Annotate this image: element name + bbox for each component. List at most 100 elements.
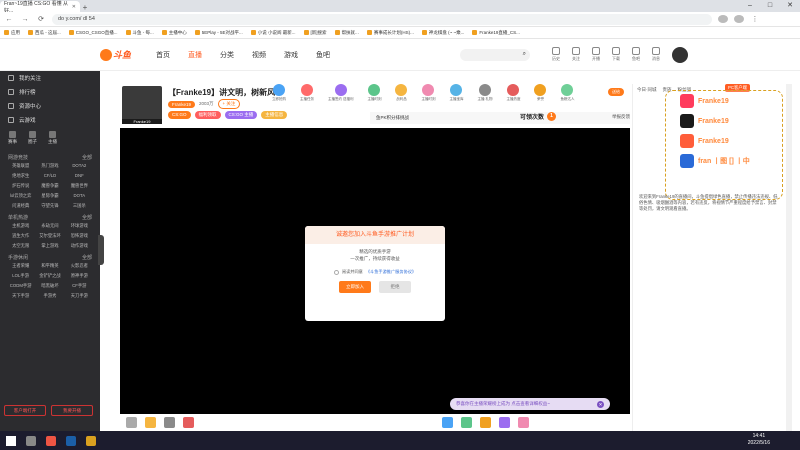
gift-icon[interactable] [183, 417, 194, 428]
extension-icon[interactable] [718, 15, 728, 23]
gift-icon[interactable] [499, 417, 510, 428]
gift-icon[interactable] [164, 417, 175, 428]
gift-icon[interactable] [442, 417, 453, 428]
sidebar-game-link[interactable]: 炉石传说 [6, 183, 35, 189]
sidebar-game-link[interactable]: CF手游 [65, 283, 94, 289]
gift-icon[interactable] [126, 417, 137, 428]
sidebar-game-link[interactable]: 和平精英 [35, 263, 64, 269]
sidebar-game-link[interactable]: 王者荣耀 [6, 263, 35, 269]
room-activity[interactable]: 主播热度 [506, 84, 520, 102]
room-tag[interactable]: CS:GO [168, 111, 191, 119]
sidebar-shortcut[interactable]: 圈子 [28, 131, 37, 145]
room-activity[interactable]: 主播签约 送福利 [328, 84, 353, 102]
header-icon[interactable]: 下载 [612, 47, 620, 62]
close-window-icon[interactable]: ✕ [780, 0, 800, 12]
agreement-link[interactable]: 《斗鱼手游推广服务协议》 [366, 269, 416, 275]
nav-item[interactable]: 首页 [156, 50, 170, 60]
browser-tab-active[interactable]: Fran~19直播 CS:GO 看懂 从好... ✕ [0, 1, 80, 14]
sidebar-shortcut[interactable]: 主播 [48, 131, 57, 145]
nav-item[interactable]: 鱼吧 [316, 50, 330, 60]
rank-bar[interactable]: 鱼PK积分排挑战 [370, 112, 630, 124]
sidebar-game-link[interactable]: DOTA2 [65, 163, 94, 169]
sidebar-game-link[interactable]: 英雄联盟 [6, 163, 35, 169]
follow-button[interactable]: + 关注 [217, 99, 241, 109]
agree-radio[interactable] [333, 269, 339, 275]
reload-icon[interactable]: ⟳ [36, 15, 46, 23]
bookmark-item[interactable]: Franke19直播_CS... [472, 30, 520, 36]
sidebar-shortcut[interactable]: 赛事 [8, 131, 17, 145]
header-icon[interactable]: 鱼吧 [632, 47, 640, 62]
douyu-logo[interactable]: 斗鱼 [100, 46, 136, 64]
room-activity[interactable]: 主播时刻 [367, 84, 381, 102]
steam-icon[interactable] [66, 435, 76, 446]
sidebar-game-link[interactable]: 动作游戏 [65, 243, 94, 249]
bookmark-item[interactable]: 小说 小说阅 最新... [250, 30, 296, 36]
room-tag[interactable]: 福利领取 [194, 111, 221, 119]
user-avatar[interactable] [672, 46, 688, 63]
chrome-icon[interactable] [46, 435, 56, 446]
report-button[interactable]: 举报反馈 [612, 114, 630, 120]
app-icon[interactable] [86, 435, 96, 446]
decline-button[interactable]: 拒绝 [379, 281, 411, 293]
header-icon[interactable]: 关注 [572, 47, 580, 62]
search-icon[interactable]: ⌕ [523, 51, 526, 58]
sidebar-collapse-handle[interactable] [98, 235, 104, 265]
url-field[interactable]: do y.com/ dl 54 [52, 13, 712, 25]
anchor-name[interactable]: Franke19 [168, 100, 196, 108]
bookmark-item[interactable]: 主播中心 [161, 30, 187, 36]
sidebar-item[interactable]: 资源中心 [0, 99, 100, 113]
nav-item[interactable]: 游戏 [284, 50, 298, 60]
video-player[interactable]: 诚邀您加入斗鱼手游推广计划 精选的优质手游 一次推广，持续获得收益 阅读并同意 … [120, 128, 630, 414]
sidebar-game-link[interactable]: 魔兽争霸 [35, 183, 64, 189]
sidebar-game-link[interactable]: 问道经典 [6, 203, 35, 209]
bookmark-item[interactable]: 帮扶就... [334, 30, 359, 36]
bookmark-item[interactable]: 西瓜 - 这届... [28, 30, 61, 36]
bookmark-item[interactable]: 赛事成长计划(HS)... [366, 30, 414, 36]
room-activity[interactable]: 战利品 [395, 84, 408, 102]
nav-item[interactable]: 分类 [220, 50, 234, 60]
open-client-button[interactable]: 客户端打开 [4, 405, 46, 416]
windows-start-icon[interactable] [6, 435, 16, 446]
close-tab-icon[interactable]: ✕ [72, 4, 76, 10]
streamer-avatar[interactable]: Franke19 [122, 86, 162, 124]
sidebar-game-link[interactable]: 热门游戏 [35, 163, 64, 169]
new-tab-icon[interactable]: + [80, 3, 90, 12]
sidebar-game-link[interactable]: 火影忍者 [65, 263, 94, 269]
gift-icon[interactable] [145, 417, 156, 428]
sidebar-game-link[interactable]: DOTA [65, 193, 94, 199]
sidebar-game-link[interactable]: 魔兽世界 [65, 183, 94, 189]
sidebar-game-link[interactable]: 星际争霸 [35, 193, 64, 199]
sidebar-game-link[interactable]: 守望先锋 [35, 203, 64, 209]
bookmark-item[interactable]: 斗鱼 - 每... [125, 30, 154, 36]
header-icon[interactable]: 开播 [592, 47, 600, 62]
sidebar-game-link[interactable]: lol云顶之弈 [6, 193, 35, 199]
profile-icon[interactable] [734, 15, 744, 23]
honor-notice[interactable]: 恭喜你在主播荣耀榜上成为 点击查看详细权益~ ✕ [450, 398, 610, 410]
join-button[interactable]: 立即加入 [339, 281, 371, 293]
sidebar-game-link[interactable]: 太空无限 [6, 243, 35, 249]
sidebar-game-link[interactable]: DNF [65, 173, 94, 179]
menu-icon[interactable]: ⋮ [750, 15, 760, 23]
nav-item[interactable]: 直播 [188, 50, 202, 60]
room-activity[interactable]: 主播时刻 [421, 84, 435, 102]
section-more-link[interactable]: 全部 [82, 154, 92, 161]
room-activity[interactable]: 立即抢购 [272, 84, 286, 102]
room-activity[interactable]: 主播宝库 [449, 84, 463, 102]
sidebar-game-link[interactable]: 绝地求生 [6, 173, 35, 179]
close-notice-icon[interactable]: ✕ [597, 400, 604, 408]
header-icon[interactable]: 消息 [652, 47, 660, 62]
maximize-icon[interactable]: □ [760, 0, 780, 12]
section-more-link[interactable]: 全部 [82, 214, 92, 221]
room-activity[interactable]: 主播 礼物 [477, 84, 492, 102]
sidebar-game-link[interactable]: 掌上游戏 [35, 243, 64, 249]
room-activity[interactable]: 鱼粮达人 [560, 84, 574, 102]
sidebar-game-link[interactable]: LOL手游 [6, 273, 35, 279]
header-icon[interactable]: 历史 [552, 47, 560, 62]
sidebar-game-link[interactable]: 金铲铲之战 [35, 273, 64, 279]
start-stream-button[interactable]: 我要开播 [51, 405, 93, 416]
sidebar-game-link[interactable]: 三国杀 [65, 203, 94, 209]
search-taskbar-icon[interactable] [26, 435, 36, 446]
bookmark-item[interactable]: CSGO_CSGO直播... [68, 30, 118, 36]
sidebar-item[interactable]: 排行榜 [0, 85, 100, 99]
chat-tab[interactable]: 今日·同城 [637, 87, 657, 93]
